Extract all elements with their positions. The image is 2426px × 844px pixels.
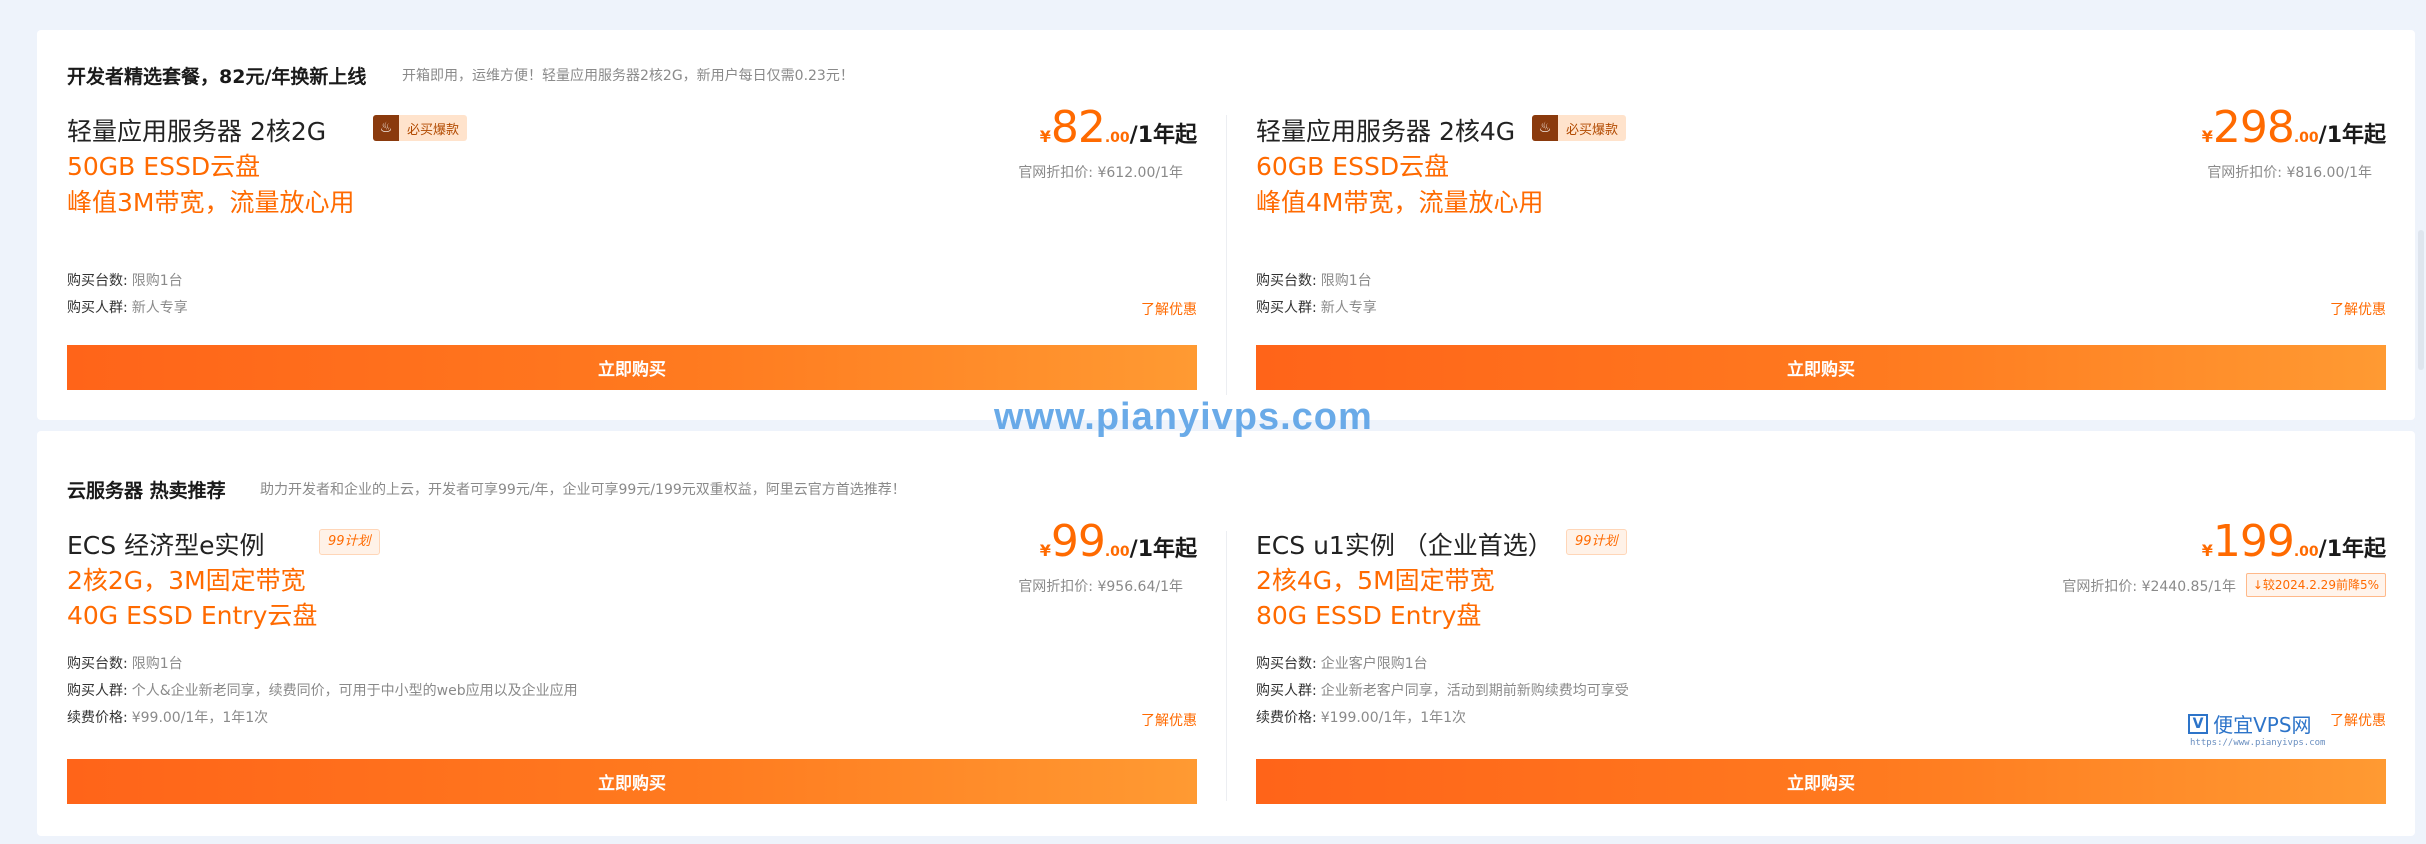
plan-badge: 99计划 <box>1566 529 1627 555</box>
product-spec-cpu: 2核4G，5M固定带宽 <box>1256 566 1495 595</box>
hot-badge: ♨ 必买爆款 <box>373 115 468 141</box>
plan-badge: 99计划 <box>319 529 380 555</box>
original-price: 官网折扣价: ¥956.64/1年 <box>1018 579 1183 595</box>
column-divider <box>1226 115 1227 395</box>
fire-icon: ♨ <box>1532 115 1558 141</box>
scrollbar[interactable] <box>2418 230 2424 370</box>
product-spec-disk: 50GB ESSD云盘 <box>67 152 261 181</box>
logo-mark: V <box>2188 713 2208 734</box>
price-unit: /1年起 <box>1129 537 1197 562</box>
price-currency: ¥ <box>2201 127 2213 146</box>
purchase-group-label: 购买人群: <box>67 683 128 699</box>
original-price: 官网折扣价: ¥612.00/1年 <box>1018 165 1183 181</box>
purchase-qty-label: 购买台数: <box>1256 273 1317 289</box>
product-card-ecs-e: ECS 经济型e实例 99计划 2核2G，3M固定带宽 40G ESSD Ent… <box>67 431 1197 836</box>
price-decimal: .00 <box>1104 130 1130 146</box>
renew-price-row: 续费价格: ¥99.00/1年，1年1次 <box>67 707 268 727</box>
learn-offer-link[interactable]: 了解优惠 <box>2330 710 2386 730</box>
purchase-group-row: 购买人群: 新人专享 <box>1256 297 1377 317</box>
site-watermark: www.pianyivps.com <box>994 396 1373 438</box>
product-spec-bandwidth: 峰值4M带宽，流量放心用 <box>1256 188 1544 217</box>
buy-now-button[interactable]: 立即购买 <box>67 759 1197 804</box>
price-unit: /1年起 <box>2318 123 2386 148</box>
purchase-group-value: 新人专享 <box>1320 300 1377 316</box>
section-card-developer: 开发者精选套餐，82元/年换新上线 开箱即用，运维方便！轻量应用服务器2核2G，… <box>37 30 2415 420</box>
price-currency: ¥ <box>2201 541 2213 560</box>
section-card-hot-ecs: 云服务器 热卖推荐 助力开发者和企业的上云，开发者可享99元/年，企业可享99元… <box>37 431 2415 836</box>
site-logo-watermark: V 便宜VPS网 https://www.pianyivps.com <box>2188 709 2325 748</box>
purchase-group-label: 购买人群: <box>1256 300 1317 316</box>
price-unit: /1年起 <box>2318 537 2386 562</box>
fire-icon: ♨ <box>373 115 399 141</box>
price-integer: 298 <box>2212 102 2295 153</box>
renew-price-value: ¥199.00/1年，1年1次 <box>1320 710 1467 726</box>
purchase-qty-row: 购买台数: 企业客户限购1台 <box>1256 653 1428 673</box>
product-spec-disk: 40G ESSD Entry云盘 <box>67 601 318 630</box>
product-name: ECS u1实例 （企业首选） <box>1256 531 1553 560</box>
price-decimal: .00 <box>2293 130 2319 146</box>
logo-text: 便宜VPS网 <box>2213 713 2312 737</box>
renew-price-row: 续费价格: ¥199.00/1年，1年1次 <box>1256 707 1466 727</box>
purchase-group-row: 购买人群: 企业新老客户同享，活动到期前新购续费均可享受 <box>1256 680 1629 700</box>
price-drop-tag: ↓较2024.2.29前降5% <box>2245 573 2386 597</box>
price-integer: 99 <box>1050 516 1106 567</box>
product-spec-disk: 60GB ESSD云盘 <box>1256 152 1450 181</box>
product-name: 轻量应用服务器 2核2G <box>67 117 327 146</box>
buy-now-button[interactable]: 立即购买 <box>1256 345 2386 390</box>
product-spec-disk: 80G ESSD Entry盘 <box>1256 601 1482 630</box>
price: ¥199.00/1年起 <box>2202 516 2386 567</box>
purchase-group-value: 企业新老客户同享，活动到期前新购续费均可享受 <box>1320 683 1629 699</box>
buy-now-button[interactable]: 立即购买 <box>67 345 1197 390</box>
purchase-group-label: 购买人群: <box>1256 683 1317 699</box>
product-card-lighthouse-2c4g: 轻量应用服务器 2核4G ♨ 必买爆款 60GB ESSD云盘 峰值4M带宽，流… <box>1256 30 2386 420</box>
purchase-qty-label: 购买台数: <box>67 273 128 289</box>
price: ¥298.00/1年起 <box>2202 102 2386 153</box>
purchase-group-value: 个人&企业新老同享，续费同价，可用于中小型的web应用以及企业应用 <box>131 683 578 699</box>
renew-price-label: 续费价格: <box>1256 710 1317 726</box>
price-currency: ¥ <box>1039 127 1051 146</box>
price-decimal: .00 <box>1104 544 1130 560</box>
product-name: ECS 经济型e实例 <box>67 531 265 560</box>
price: ¥82.00/1年起 <box>1040 102 1197 153</box>
price-unit: /1年起 <box>1129 123 1197 148</box>
hot-badge-label: 必买爆款 <box>407 122 460 138</box>
purchase-qty-row: 购买台数: 限购1台 <box>1256 270 1372 290</box>
purchase-group-label: 购买人群: <box>67 300 128 316</box>
price-integer: 82 <box>1050 102 1106 153</box>
purchase-qty-label: 购买台数: <box>67 656 128 672</box>
price-decimal: .00 <box>2293 544 2319 560</box>
product-spec-bandwidth: 峰值3M带宽，流量放心用 <box>67 188 355 217</box>
purchase-group-row: 购买人群: 新人专享 <box>67 297 188 317</box>
price-integer: 199 <box>2212 516 2295 567</box>
hot-badge-label: 必买爆款 <box>1566 122 1619 138</box>
renew-price-label: 续费价格: <box>67 710 128 726</box>
buy-now-button[interactable]: 立即购买 <box>1256 759 2386 804</box>
product-name: 轻量应用服务器 2核4G <box>1256 117 1516 146</box>
purchase-qty-row: 购买台数: 限购1台 <box>67 653 183 673</box>
learn-offer-link[interactable]: 了解优惠 <box>2330 299 2386 319</box>
original-price: 官网折扣价: ¥2440.85/1年 <box>2062 579 2236 595</box>
purchase-qty-value: 限购1台 <box>1320 273 1372 289</box>
price: ¥99.00/1年起 <box>1040 516 1197 567</box>
product-card-ecs-u1: ECS u1实例 （企业首选） 99计划 2核4G，5M固定带宽 80G ESS… <box>1256 431 2386 836</box>
purchase-qty-value: 企业客户限购1台 <box>1320 656 1428 672</box>
product-spec-cpu: 2核2G，3M固定带宽 <box>67 566 306 595</box>
renew-price-value: ¥99.00/1年，1年1次 <box>131 710 269 726</box>
column-divider <box>1226 531 1227 801</box>
purchase-group-row: 购买人群: 个人&企业新老同享，续费同价，可用于中小型的web应用以及企业应用 <box>67 680 578 700</box>
product-card-lighthouse-2c2g: 轻量应用服务器 2核2G ♨ 必买爆款 50GB ESSD云盘 峰值3M带宽，流… <box>67 30 1197 420</box>
logo-url: https://www.pianyivps.com <box>2190 738 2326 748</box>
hot-badge: ♨ 必买爆款 <box>1532 115 1627 141</box>
purchase-qty-label: 购买台数: <box>1256 656 1317 672</box>
purchase-group-value: 新人专享 <box>131 300 188 316</box>
original-price: 官网折扣价: ¥816.00/1年 <box>2207 165 2372 181</box>
purchase-qty-value: 限购1台 <box>131 656 183 672</box>
learn-offer-link[interactable]: 了解优惠 <box>1141 299 1197 319</box>
purchase-qty-row: 购买台数: 限购1台 <box>67 270 183 290</box>
learn-offer-link[interactable]: 了解优惠 <box>1141 710 1197 730</box>
price-currency: ¥ <box>1039 541 1051 560</box>
purchase-qty-value: 限购1台 <box>131 273 183 289</box>
